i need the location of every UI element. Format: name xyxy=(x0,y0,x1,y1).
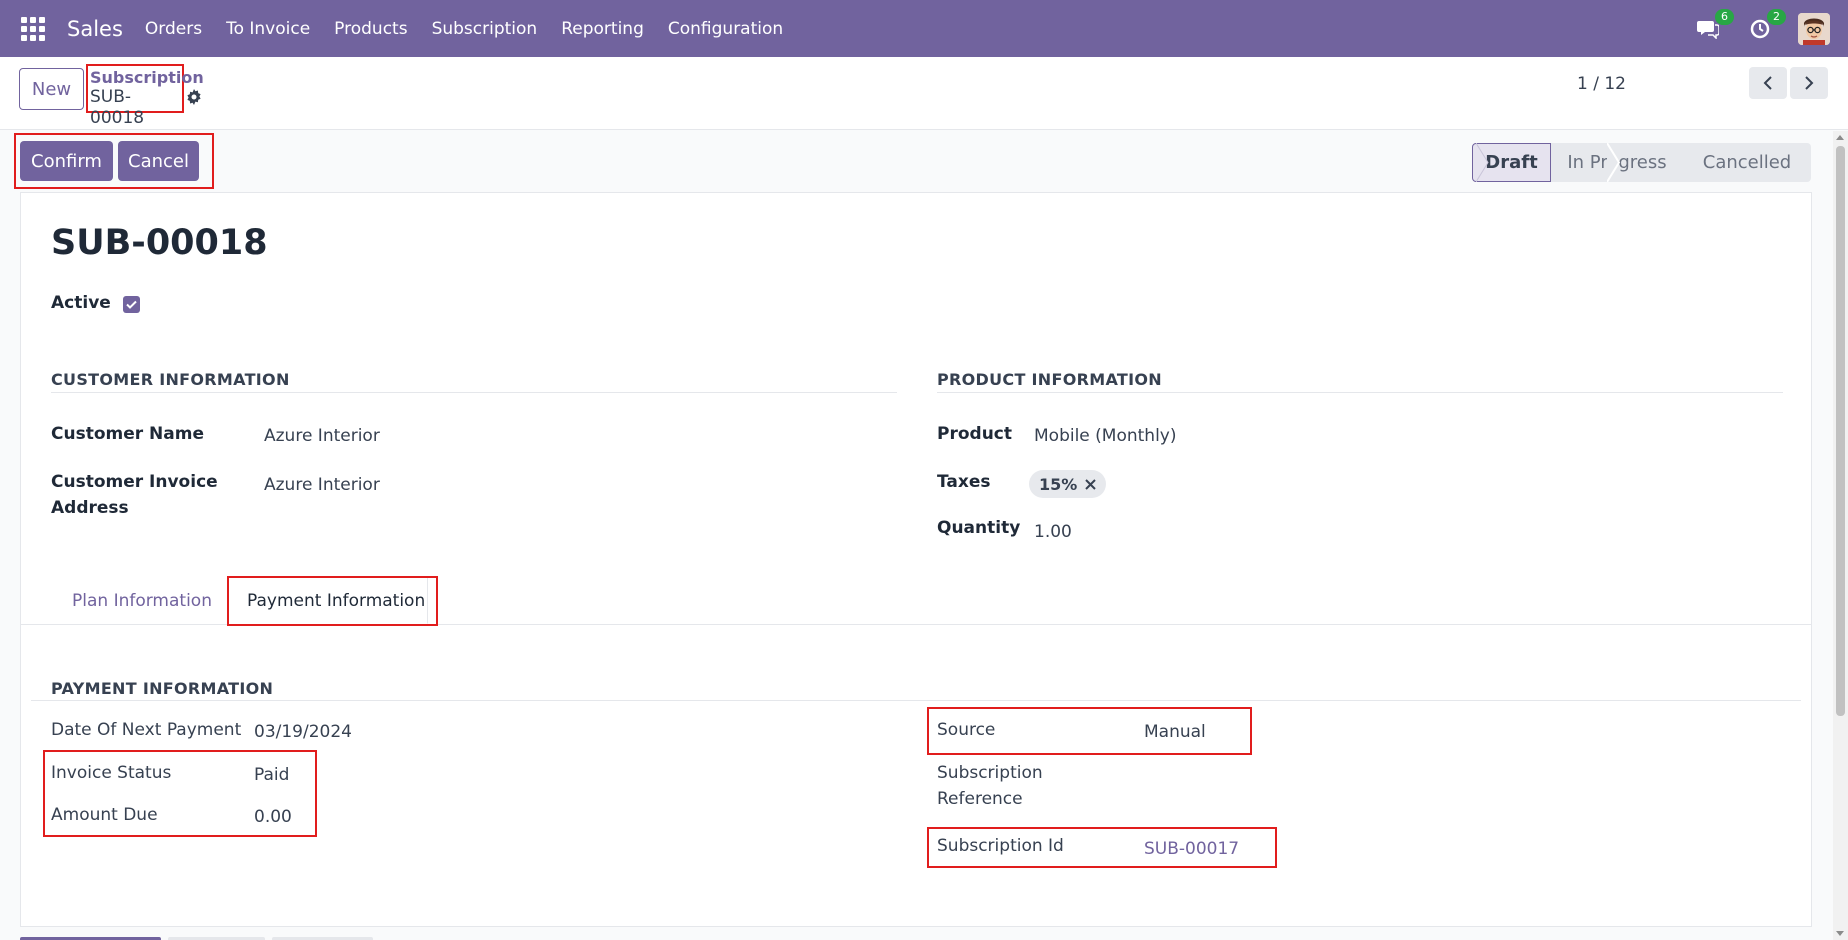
customer-name-value[interactable]: Azure Interior xyxy=(264,426,380,446)
confirm-button[interactable]: Confirm xyxy=(20,141,113,181)
menu-configuration[interactable]: Configuration xyxy=(668,19,783,39)
invoice-status-value: Paid xyxy=(254,765,290,785)
tab-payment-information[interactable]: Payment Information xyxy=(247,591,425,611)
subscription-reference-label-line2: Reference xyxy=(937,789,1023,809)
messages-badge: 6 xyxy=(1715,8,1734,25)
product-section-title: PRODUCT INFORMATION xyxy=(937,370,1162,389)
breadcrumb: Subscription SUB-00018 xyxy=(86,64,204,128)
section-divider xyxy=(31,700,1801,701)
source-label: Source xyxy=(937,720,996,740)
stage-cancelled[interactable]: Cancelled xyxy=(1683,143,1811,182)
gear-icon[interactable] xyxy=(186,89,202,105)
top-navbar: Sales Orders To Invoice Products Subscri… xyxy=(0,0,1848,57)
pager-previous-button[interactable] xyxy=(1749,67,1787,99)
control-panel: New Subscription SUB-00018 1 / 12 xyxy=(0,57,1848,130)
active-checkbox[interactable] xyxy=(123,296,140,313)
next-payment-value[interactable]: 03/19/2024 xyxy=(254,722,352,742)
messages-button[interactable]: 6 xyxy=(1694,8,1734,43)
checkmark-icon xyxy=(126,300,137,309)
menu-subscription[interactable]: Subscription xyxy=(432,19,538,39)
form-action-bar: Confirm Cancel Draft In Progress Cancell… xyxy=(0,131,1830,191)
close-icon[interactable] xyxy=(1085,478,1097,490)
menu-reporting[interactable]: Reporting xyxy=(561,19,644,39)
stage-arrow-divider xyxy=(1607,143,1621,182)
chevron-right-icon xyxy=(1805,76,1814,90)
menu-products[interactable]: Products xyxy=(334,19,407,39)
quantity-value[interactable]: 1.00 xyxy=(1034,522,1072,542)
invoice-status-label: Invoice Status xyxy=(51,763,172,783)
user-avatar[interactable] xyxy=(1798,12,1830,45)
apps-grid-icon[interactable] xyxy=(21,16,45,41)
form-sheet: SUB-00018 Active CUSTOMER INFORMATION Cu… xyxy=(20,192,1812,927)
invoice-address-label-line2: Address xyxy=(51,498,129,518)
tab-plan-information[interactable]: Plan Information xyxy=(72,591,212,611)
invoice-address-label-line1: Customer Invoice xyxy=(51,472,218,492)
record-title: SUB-00018 xyxy=(51,223,268,263)
breadcrumb-subscription-link[interactable]: Subscription xyxy=(90,68,204,87)
activities-button[interactable]: 2 xyxy=(1746,8,1786,43)
cancel-button[interactable]: Cancel xyxy=(118,141,199,181)
amount-due-label: Amount Due xyxy=(51,805,158,825)
active-label: Active xyxy=(51,293,111,313)
payment-section-title: PAYMENT INFORMATION xyxy=(51,679,274,698)
tax-tag-label: 15% xyxy=(1039,474,1078,494)
clock-icon xyxy=(1750,19,1770,38)
scroll-down-icon[interactable] xyxy=(1836,931,1844,936)
product-value[interactable]: Mobile (Monthly) xyxy=(1034,426,1177,446)
stage-arrow-divider xyxy=(1476,143,1489,182)
pager-value[interactable]: 1 / 12 xyxy=(1577,74,1626,94)
subscription-reference-label-line1: Subscription xyxy=(937,763,1043,783)
status-bar: Draft In Progress Cancelled xyxy=(1472,143,1811,182)
activities-badge: 2 xyxy=(1767,8,1786,25)
taxes-label: Taxes xyxy=(937,472,991,492)
chevron-left-icon xyxy=(1763,76,1772,90)
section-divider xyxy=(937,392,1783,393)
customer-section-title: CUSTOMER INFORMATION xyxy=(51,370,290,389)
scroll-up-icon[interactable] xyxy=(1836,135,1844,140)
invoice-address-value[interactable]: Azure Interior xyxy=(264,475,380,495)
product-label: Product xyxy=(937,424,1012,444)
menu-to-invoice[interactable]: To Invoice xyxy=(226,19,310,39)
subscription-id-link[interactable]: SUB-00017 xyxy=(1144,839,1239,859)
vertical-scrollbar[interactable] xyxy=(1833,131,1848,940)
next-payment-label: Date Of Next Payment xyxy=(51,720,242,740)
source-value[interactable]: Manual xyxy=(1144,722,1206,742)
tax-tag: 15% xyxy=(1029,470,1107,498)
section-divider xyxy=(51,392,897,393)
scroll-thumb[interactable] xyxy=(1836,146,1845,716)
menu-orders[interactable]: Orders xyxy=(145,19,202,39)
quantity-label: Quantity xyxy=(937,518,1021,538)
app-name[interactable]: Sales xyxy=(67,17,123,41)
subscription-id-label: Subscription Id xyxy=(937,836,1064,856)
pager-next-button[interactable] xyxy=(1790,67,1828,99)
new-button[interactable]: New xyxy=(19,68,84,110)
amount-due-value: 0.00 xyxy=(254,807,292,827)
customer-name-label: Customer Name xyxy=(51,424,204,444)
breadcrumb-current-record: SUB-00018 xyxy=(90,87,145,128)
